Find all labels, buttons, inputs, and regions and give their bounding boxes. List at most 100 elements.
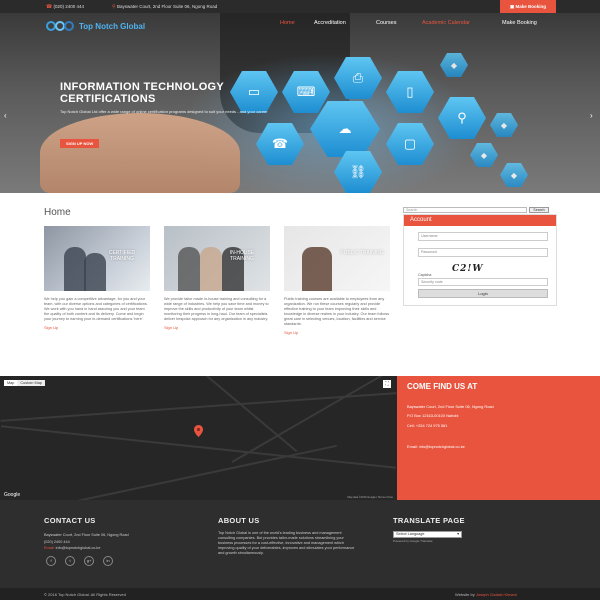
top-bar: ☎ (020) 2400 444 ⚲ Bayswater Court, 2nd … (0, 0, 600, 13)
about-text: Top Notch Global is one of the world's l… (218, 531, 355, 555)
card-text: We provide tailor made in-house training… (164, 297, 269, 321)
slider-prev-arrow-icon[interactable]: ‹ (4, 111, 10, 120)
logo-text: Top Notch Global (79, 21, 146, 31)
card-signup-link[interactable]: Sign Up (164, 325, 270, 330)
card-overlay-title: IN-HOUSE TRAINING (229, 250, 255, 262)
make-booking-label: Make Booking (515, 4, 547, 9)
slider-next-arrow-icon[interactable]: › (590, 111, 596, 120)
top-phone: ☎ (020) 2400 444 (46, 4, 84, 10)
logo-mark (46, 18, 76, 34)
contact-email-value[interactable]: info@topnotchglobal.co.ke (56, 546, 101, 550)
card-signup-link[interactable]: Sign Up (284, 330, 390, 335)
powered-by-google: Powered by Google Translate (393, 539, 433, 543)
about-title: ABOUT US (218, 516, 260, 525)
login-button[interactable]: Login (418, 289, 548, 298)
hero-title: INFORMATION TECHNOLOGY CERTIFICATIONS (60, 81, 224, 105)
slider-dots (288, 185, 312, 193)
website-by-label: Website by (455, 592, 475, 597)
account-panel: Account Username Password Captcha C2!W S… (403, 214, 557, 306)
map-attribution[interactable]: Map data ©2016 Google | Terms of Use (347, 496, 393, 499)
card-in-house: IN-HOUSE TRAINING We provide tailor made… (164, 226, 270, 330)
fullscreen-icon[interactable]: ⛶ (383, 380, 391, 388)
nav-make-booking[interactable]: Make Booking (502, 20, 537, 26)
find-us-title: COME FIND US AT (407, 382, 478, 391)
small-hex-icon: ◆ (440, 53, 468, 77)
page-title: Home (44, 207, 71, 218)
map-road (43, 444, 337, 500)
card-image: PUBLIC TRAINING (284, 226, 390, 291)
contact-email-label: Email: (44, 546, 55, 550)
hero-signup-button[interactable]: SIGN UP NOW (60, 139, 100, 148)
contact-title: CONTACT US (44, 516, 96, 525)
card-public: PUBLIC TRAINING Public training courses … (284, 226, 390, 335)
search-input[interactable]: Search (403, 207, 527, 213)
account-title: Account (404, 215, 556, 226)
card-certified: CERTIFIED TRAINING We help you gain a co… (44, 226, 150, 330)
translate-title: TRANSLATE PAGE (393, 516, 465, 525)
map-pin-icon[interactable] (194, 425, 203, 437)
map[interactable]: Map Custom Map ⛶ Google Map data ©2016 Go… (0, 376, 397, 500)
username-field[interactable]: Username (418, 232, 548, 241)
phone-icon: ☎ (46, 4, 53, 10)
small-hex-icon: ◆ (500, 163, 528, 187)
designer-link[interactable]: Joseph Godwin Kimani (476, 592, 517, 597)
find-us-email[interactable]: Email: info@topnotchglobal.co.ke (407, 444, 465, 449)
card-person (200, 247, 222, 291)
contact-phone: (020) 2400 444 (44, 540, 70, 544)
facebook-icon[interactable]: f (46, 556, 56, 566)
search-row: Search Search (403, 207, 549, 214)
security-code-field[interactable]: Security code (418, 278, 548, 286)
nav-academic-calendar[interactable]: Academic Calendar (422, 20, 470, 26)
top-address-text: Bayswater Court, 2nd Floor Suite 06, Ngo… (116, 4, 218, 9)
contact-address: Bayswater Court, 2nd Floor Suite 06, Ngo… (44, 533, 129, 537)
find-us-address: Bayswater Court, 2nd Floor Suite 06, Ngo… (407, 404, 494, 409)
small-hex-icon: ◆ (490, 113, 518, 137)
nav-accreditation[interactable]: Accreditation (314, 20, 346, 26)
language-select-value: Select Language (396, 532, 425, 536)
map-tab-custom[interactable]: Custom Map (17, 380, 45, 386)
find-us-cell: Cell: +254 724 975 581 (407, 423, 448, 428)
google-plus-icon[interactable]: g+ (84, 556, 94, 566)
footer: CONTACT US Bayswater Court, 2nd Floor Su… (0, 500, 600, 588)
logo-ring (64, 21, 74, 31)
location-icon: ⚲ (112, 4, 116, 10)
card-image: IN-HOUSE TRAINING (164, 226, 270, 291)
contact-email: Email: info@topnotchglobal.co.ke (44, 546, 100, 550)
card-overlay-title: CERTIFIED TRAINING (108, 250, 136, 262)
card-text: Public training courses are available to… (284, 297, 390, 326)
hero-hand (40, 113, 240, 193)
find-us-po-box: P.O Box 12163-00100 Nairobi (407, 413, 459, 418)
find-us-panel: COME FIND US AT Bayswater Court, 2nd Flo… (397, 376, 600, 500)
map-tab-map[interactable]: Map (4, 380, 17, 386)
nav-courses[interactable]: Courses (376, 20, 396, 26)
top-phone-text: (020) 2400 444 (53, 4, 85, 9)
card-image: CERTIFIED TRAINING (44, 226, 150, 291)
card-signup-link[interactable]: Sign Up (44, 325, 150, 330)
copyright: © 2016 Top Notch Global. All Rights Rese… (44, 592, 126, 597)
card-person (302, 247, 332, 291)
captcha-label: Captcha (418, 273, 432, 277)
map-road (0, 392, 397, 422)
card-person (178, 247, 200, 291)
card-overlay-title: PUBLIC TRAINING (340, 250, 384, 256)
linkedin-icon[interactable]: in (103, 556, 113, 566)
hero-slider: ▭ ⌨ ⎙ ▯ ☁ ☎ ▢ ⚲ ⛓ ◆ ◆ ◆ ◆ INFORMATION TE… (0, 13, 600, 193)
nav-home[interactable]: Home (280, 20, 295, 26)
card-text: We help you gain a competitive advantage… (44, 297, 148, 321)
make-booking-top-button[interactable]: ▣ Make Booking (500, 0, 556, 13)
hero-subtitle: Top Notch Global Ltd offer a wide range … (60, 109, 268, 114)
card-person (64, 247, 86, 291)
captcha-image: C2!W (452, 264, 484, 274)
password-field[interactable]: Password (418, 248, 548, 257)
search-button[interactable]: Search (529, 207, 549, 213)
logo[interactable]: Top Notch Global (46, 18, 145, 34)
map-type-tabs: Map Custom Map (4, 380, 45, 386)
bottom-bar: © 2016 Top Notch Global. All Rights Rese… (0, 588, 600, 600)
website-credit: Website by Joseph Godwin Kimani (455, 592, 517, 597)
twitter-icon[interactable]: t (65, 556, 75, 566)
top-address: ⚲ Bayswater Court, 2nd Floor Suite 06, N… (112, 4, 217, 10)
chevron-down-icon: ▾ (457, 532, 459, 536)
map-road (142, 376, 298, 453)
google-logo: Google (4, 492, 21, 498)
language-select[interactable]: Select Language ▾ (393, 531, 462, 538)
